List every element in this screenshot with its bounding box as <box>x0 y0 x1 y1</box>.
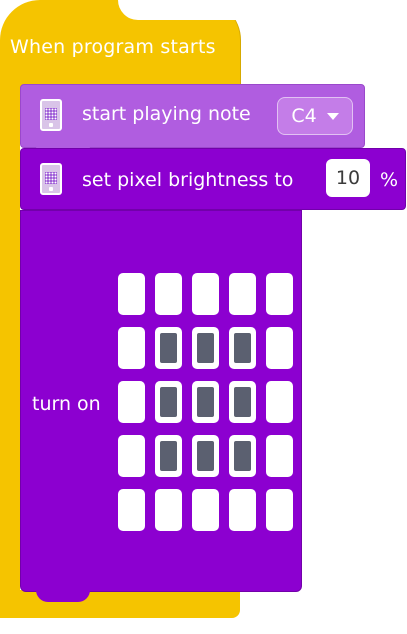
pixel-cell[interactable] <box>118 381 145 423</box>
chevron-down-icon <box>326 112 339 120</box>
pixel-cell[interactable] <box>155 489 182 531</box>
pixel-cell[interactable] <box>266 381 293 423</box>
pixel-cell[interactable] <box>118 489 145 531</box>
percent-label: % <box>380 169 399 191</box>
pixel-cell[interactable] <box>266 327 293 369</box>
note-dropdown[interactable]: C4 <box>277 97 353 135</box>
pixel-matrix[interactable] <box>118 273 293 531</box>
pixel-cell[interactable] <box>118 273 145 315</box>
turn-on-block-tab <box>36 590 90 602</box>
hub-icon <box>40 163 62 195</box>
pixel-cell[interactable] <box>266 489 293 531</box>
pixel-cell[interactable] <box>229 273 256 315</box>
pixel-cell[interactable] <box>118 435 145 477</box>
pixel-cell[interactable] <box>266 273 293 315</box>
pixel-cell[interactable] <box>155 435 182 477</box>
pixel-cell[interactable] <box>155 381 182 423</box>
pixel-cell[interactable] <box>192 381 219 423</box>
pixel-cell[interactable] <box>229 381 256 423</box>
event-hat-label: When program starts <box>10 36 216 58</box>
pixel-cell[interactable] <box>192 435 219 477</box>
set-brightness-label: set pixel brightness to <box>82 169 294 191</box>
event-hat-spine <box>0 84 20 594</box>
pixel-cell[interactable] <box>229 489 256 531</box>
pixel-cell[interactable] <box>192 273 219 315</box>
pixel-cell[interactable] <box>155 273 182 315</box>
turn-on-label: turn on <box>32 393 101 415</box>
play-note-label: start playing note <box>82 103 251 125</box>
pixel-cell[interactable] <box>266 435 293 477</box>
pixel-cell[interactable] <box>118 327 145 369</box>
note-dropdown-value: C4 <box>291 105 317 127</box>
pixel-cell[interactable] <box>155 327 182 369</box>
pixel-cell[interactable] <box>229 327 256 369</box>
pixel-cell[interactable] <box>192 327 219 369</box>
pixel-cell[interactable] <box>229 435 256 477</box>
hub-icon <box>40 99 62 131</box>
brightness-input[interactable]: 10 <box>326 159 370 197</box>
pixel-cell[interactable] <box>192 489 219 531</box>
